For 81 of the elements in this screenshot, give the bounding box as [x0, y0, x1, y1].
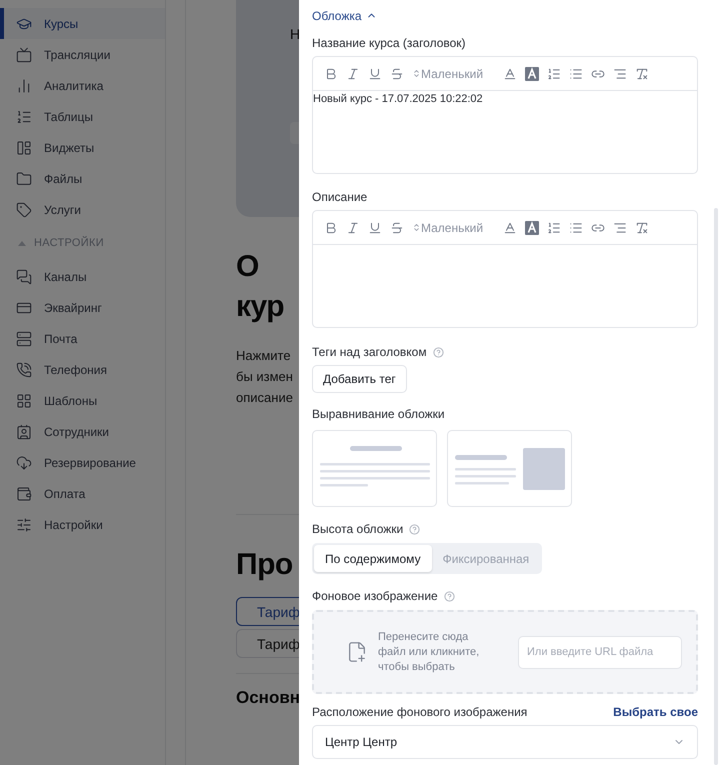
- sidebar-item[interactable]: Сотрудники: [0, 416, 165, 447]
- sidebar-item[interactable]: Каналы: [0, 261, 165, 292]
- url-input[interactable]: Или введите URL файла: [518, 636, 682, 668]
- file-drop-zone[interactable]: Перенесите сюда файл или кликните, чтобы выбрать Или введите URL файла: [312, 610, 698, 694]
- field-label: Выравнивание обложки: [312, 407, 445, 421]
- font-size-select[interactable]: Маленький: [412, 66, 484, 80]
- cover-title: Н: [290, 26, 299, 42]
- italic-icon[interactable]: [346, 220, 360, 234]
- sidebar-item[interactable]: Файлы: [0, 163, 165, 194]
- add-tag-button[interactable]: Добавить тег: [312, 365, 407, 393]
- clear-format-icon[interactable]: [635, 220, 650, 234]
- sidebar-item[interactable]: Настройки: [0, 509, 165, 540]
- section-heading: НАСТРОЙКИ: [34, 237, 104, 249]
- section-title: кур: [236, 289, 286, 325]
- bold-icon[interactable]: [324, 66, 338, 80]
- drop-hint: Перенесите сюда файл или кликните, чтобы выбрать: [378, 630, 480, 674]
- sidebar-item[interactable]: Аналитика: [0, 70, 165, 101]
- sidebar-item[interactable]: Курсы: [0, 8, 165, 39]
- tv-icon: [16, 46, 32, 62]
- grid-icon: [16, 392, 32, 408]
- server-icon: [16, 330, 32, 346]
- text-color-icon[interactable]: [503, 66, 518, 80]
- phone-icon: [16, 362, 32, 378]
- chat-icon: [16, 268, 32, 284]
- sidebar-item[interactable]: Услуги: [0, 194, 165, 225]
- folder-icon: [16, 170, 32, 186]
- sidebar-item[interactable]: Телефония: [0, 354, 165, 385]
- field-label: Описание: [312, 190, 368, 204]
- numbered-list-icon[interactable]: [547, 220, 562, 234]
- description-text: бы измен: [236, 368, 294, 386]
- wallet-icon: [16, 486, 32, 502]
- section-title: О: [236, 249, 260, 285]
- section-title: Основн: [236, 688, 299, 708]
- numbered-list-icon[interactable]: [547, 66, 562, 80]
- strikethrough-icon[interactable]: [390, 220, 404, 234]
- section-title: Про: [236, 547, 294, 583]
- choose-own-link[interactable]: Выбрать свое: [613, 705, 698, 719]
- sidebar-item[interactable]: Трансляции: [0, 39, 165, 70]
- sidebar-item[interactable]: Таблицы: [0, 101, 165, 132]
- field-label: Расположение фонового изображения: [312, 705, 528, 719]
- bar-chart-icon: [16, 78, 32, 94]
- numbered-list-icon: [16, 108, 32, 124]
- file-add-icon: [346, 641, 368, 663]
- editor-text: Новый курс - 17.07.2025 10:22:02: [313, 92, 484, 105]
- rich-text-editor[interactable]: Маленький Новый курс - 17.07.2025 10:22:02: [312, 56, 698, 174]
- sliders-icon: [16, 516, 32, 532]
- tag-icon: [16, 202, 32, 218]
- sidebar-item[interactable]: Оплата: [0, 478, 165, 509]
- font-size-select[interactable]: Маленький: [412, 220, 484, 234]
- underline-icon[interactable]: [368, 220, 382, 234]
- highlight-color-icon[interactable]: [525, 66, 540, 80]
- section-toggle[interactable]: Обложка: [312, 7, 377, 24]
- sidebar-item[interactable]: Виджеты: [0, 132, 165, 163]
- up-down-chevron-icon: [412, 69, 421, 78]
- highlight-color-icon[interactable]: [525, 220, 540, 234]
- cloud-icon: [16, 454, 32, 470]
- sidebar-item[interactable]: Шаблоны: [0, 385, 165, 416]
- sidebar-item[interactable]: Почта: [0, 323, 165, 354]
- segment-option[interactable]: Фиксированная: [432, 545, 540, 572]
- field-label: Название курса (заголовок): [312, 36, 466, 50]
- bold-icon[interactable]: [324, 220, 338, 234]
- position-select[interactable]: Центр Центр: [312, 725, 698, 759]
- italic-icon[interactable]: [346, 66, 360, 80]
- description-text: описание: [236, 389, 294, 407]
- segment-option[interactable]: По содержимому: [314, 545, 432, 572]
- sidebar-item[interactable]: Резервирование: [0, 447, 165, 478]
- contact-card-icon: [16, 424, 32, 440]
- field-label: Теги над заголовком: [312, 345, 427, 359]
- underline-icon[interactable]: [368, 66, 382, 80]
- sidebar-item[interactable]: Эквайринг: [0, 292, 165, 323]
- field-label: Высота обложки: [312, 522, 404, 536]
- clear-format-icon[interactable]: [635, 66, 650, 80]
- align-icon[interactable]: [613, 220, 628, 234]
- strikethrough-icon[interactable]: [390, 66, 404, 80]
- panel-icon: [16, 140, 32, 156]
- text-color-icon[interactable]: [503, 220, 518, 234]
- field-label: Фоновое изображение: [312, 589, 438, 603]
- rich-text-editor[interactable]: Маленький: [312, 210, 698, 328]
- up-down-chevron-icon: [412, 223, 421, 232]
- description-text: Нажмите: [236, 347, 292, 365]
- align-icon[interactable]: [613, 66, 628, 80]
